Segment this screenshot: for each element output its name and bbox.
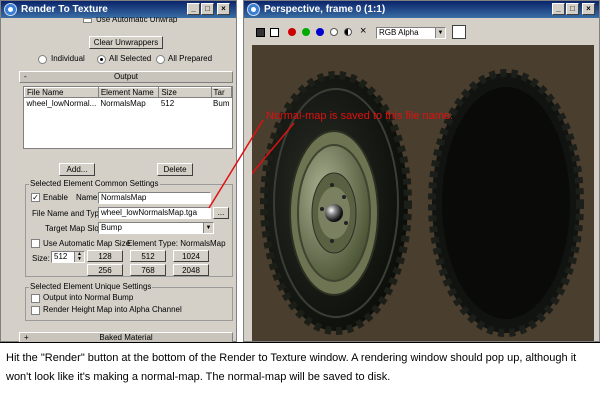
frame-title: Perspective, frame 0 (1:1) (264, 4, 386, 15)
cell-size: 512 (160, 98, 175, 108)
alpha-channel-icon[interactable] (330, 28, 338, 36)
size-512-button[interactable]: 512 (130, 250, 166, 262)
color-swatch[interactable] (452, 25, 466, 39)
height-map-alpha-label: Render Height Map into Alpha Channel (43, 305, 182, 314)
add-button[interactable]: Add... (59, 163, 95, 176)
minimize-icon[interactable]: _ (552, 3, 565, 15)
chevron-down-icon: ▼ (203, 223, 213, 233)
col-target[interactable]: Tar (210, 87, 232, 98)
perspective-frame-window: Perspective, frame 0 (1:1) _ □ × × RGB A… (243, 0, 600, 342)
name-field[interactable]: NormalsMap (98, 192, 211, 204)
element-type-label: Element Type: NormalsMap (127, 239, 226, 248)
close-icon[interactable]: × (582, 3, 595, 15)
clear-unwrappers-button[interactable]: Clear Unwrappers (89, 36, 163, 49)
file-name-type-label: File Name and Type: (32, 209, 106, 218)
red-channel-icon[interactable] (288, 28, 296, 36)
radio-individual[interactable] (38, 55, 47, 64)
app-icon (247, 3, 260, 16)
output-table-header: File Name Element Name Size Tar (24, 87, 232, 98)
output-normal-bump-label: Output into Normal Bump (43, 293, 134, 302)
col-file-name[interactable]: File Name (24, 87, 99, 98)
spinner-arrows-icon[interactable]: ▲ ▼ (74, 252, 84, 262)
size-1024-button[interactable]: 1024 (173, 250, 209, 262)
size-256-button[interactable]: 256 (87, 264, 123, 276)
table-row[interactable]: wheel_lowNormal... NormalsMap 512 Bum (25, 98, 232, 109)
annotation-text: Normal-map is saved to this file name. (266, 110, 454, 122)
target-map-slot-value: Bump (101, 223, 122, 232)
unique-settings-title: Selected Element Unique Settings (29, 282, 153, 292)
render-to-texture-window: Render To Texture _ □ × Use Automatic Un… (0, 0, 237, 343)
frame-titlebar[interactable]: Perspective, frame 0 (1:1) _ □ × (244, 1, 599, 18)
radio-all-prepared-label: All Prepared (168, 54, 213, 63)
copy-icon[interactable] (270, 28, 279, 37)
radio-all-selected[interactable] (97, 55, 106, 64)
output-table: File Name Element Name Size Tar wheel_lo… (24, 87, 232, 108)
cell-file-name: wheel_lowNormal... (26, 98, 97, 108)
radio-all-prepared[interactable] (156, 55, 165, 64)
common-settings-title: Selected Element Common Settings (29, 179, 160, 189)
radio-individual-label: Individual (51, 54, 85, 63)
cell-element-name: NormalsMap (100, 98, 146, 108)
name-label: Name: (76, 193, 100, 202)
size-value: 512 (54, 252, 68, 261)
baked-material-label: Baked Material (99, 333, 153, 342)
radio-all-selected-label: All Selected (109, 54, 152, 63)
output-normal-bump-checkbox[interactable] (31, 294, 40, 303)
render-viewport (252, 45, 594, 341)
enable-label: Enable (43, 193, 68, 202)
size-spinner[interactable]: 512 ▲ ▼ (51, 251, 85, 263)
size-label: Size: (32, 254, 50, 263)
size-128-button[interactable]: 128 (87, 250, 123, 262)
maximize-icon[interactable]: □ (201, 3, 214, 15)
output-rollout-label: Output (113, 72, 138, 81)
annotation-pointer (208, 119, 264, 209)
app-icon (4, 3, 17, 16)
rtt-title: Render To Texture (21, 4, 108, 15)
clear-icon[interactable]: × (360, 25, 366, 37)
save-icon[interactable] (256, 28, 265, 37)
blue-channel-icon[interactable] (316, 28, 324, 36)
rtt-titlebar[interactable]: Render To Texture _ □ × (1, 1, 236, 18)
render-image (252, 69, 584, 337)
enable-checkbox[interactable]: ✓ (31, 193, 40, 202)
use-automatic-unwrap-label: Use Automatic Unwrap (96, 17, 178, 23)
wheel-hub (289, 130, 379, 296)
chevron-down-icon: ▼ (435, 28, 445, 38)
delete-button[interactable]: Delete (157, 163, 193, 176)
size-768-button[interactable]: 768 (130, 264, 166, 276)
expand-icon: + (24, 333, 29, 342)
size-2048-button[interactable]: 2048 (173, 264, 209, 276)
collapse-icon: - (24, 72, 27, 81)
output-list[interactable]: File Name Element Name Size Tar wheel_lo… (23, 86, 233, 149)
cell-target: Bum (213, 98, 230, 108)
height-map-alpha-checkbox[interactable] (31, 306, 40, 315)
output-rollout-header[interactable]: - Output (19, 71, 233, 83)
mono-channel-icon[interactable] (344, 28, 352, 36)
auto-map-size-label: Use Automatic Map Size (43, 239, 131, 248)
auto-map-size-checkbox[interactable] (31, 239, 40, 248)
green-channel-icon[interactable] (302, 28, 310, 36)
file-name-field[interactable]: wheel_lowNormalsMap.tga (98, 207, 211, 219)
col-element-name[interactable]: Element Name (97, 87, 160, 98)
use-automatic-unwrap-checkbox[interactable] (83, 18, 92, 23)
target-map-slot-select[interactable]: Bump ▼ (98, 222, 214, 234)
caption: Hit the "Render" button at the bottom of… (0, 342, 600, 400)
channel-select[interactable]: RGB Alpha ▼ (376, 27, 446, 39)
tire-render-dark (428, 69, 584, 337)
maximize-icon[interactable]: □ (566, 3, 579, 15)
col-size[interactable]: Size (158, 87, 212, 98)
channel-select-value: RGB Alpha (379, 28, 419, 37)
target-map-slot-label: Target Map Slot: (45, 224, 104, 233)
close-icon[interactable]: × (217, 3, 230, 15)
minimize-icon[interactable]: _ (187, 3, 200, 15)
